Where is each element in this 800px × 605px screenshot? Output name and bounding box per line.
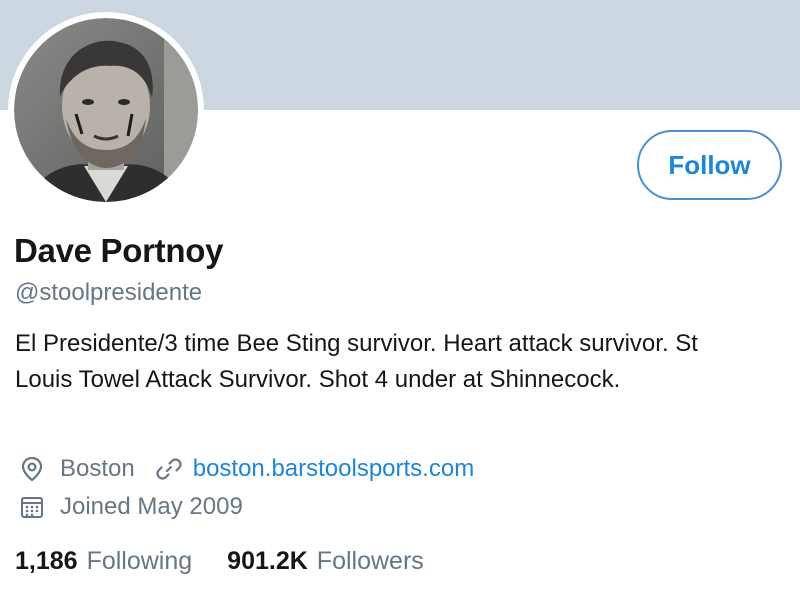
avatar[interactable] [8, 12, 204, 208]
profile-joined-date: Joined May 2009 [60, 493, 243, 520]
profile-handle: @stoolpresidente [15, 279, 203, 306]
following-count: 1,186 [15, 547, 78, 575]
following-label: Following [86, 547, 193, 575]
followers-label: Followers [316, 547, 424, 575]
link-icon [155, 455, 183, 483]
profile-meta-joined-row: Joined May 2009 [18, 493, 243, 521]
profile-website-link[interactable]: boston.barstoolsports.com [193, 455, 474, 483]
followers-count: 901.2K [227, 547, 308, 575]
following-stat[interactable]: 1,186 Following [15, 547, 192, 576]
profile-bio: El Presidente/3 time Bee Sting survivor.… [15, 330, 698, 393]
calendar-icon [18, 493, 46, 521]
profile-meta-location-row: Boston boston.barstoolsports.com [18, 455, 474, 483]
profile-display-name: Dave Portnoy [14, 232, 224, 269]
followers-stat[interactable]: 901.2K Followers [227, 547, 424, 576]
profile-stats: 1,186 Following 901.2K Followers [15, 547, 424, 576]
profile-location: Boston [60, 455, 135, 482]
avatar-photo [14, 18, 198, 202]
location-pin-icon [18, 455, 46, 483]
follow-button[interactable]: Follow [637, 130, 782, 200]
